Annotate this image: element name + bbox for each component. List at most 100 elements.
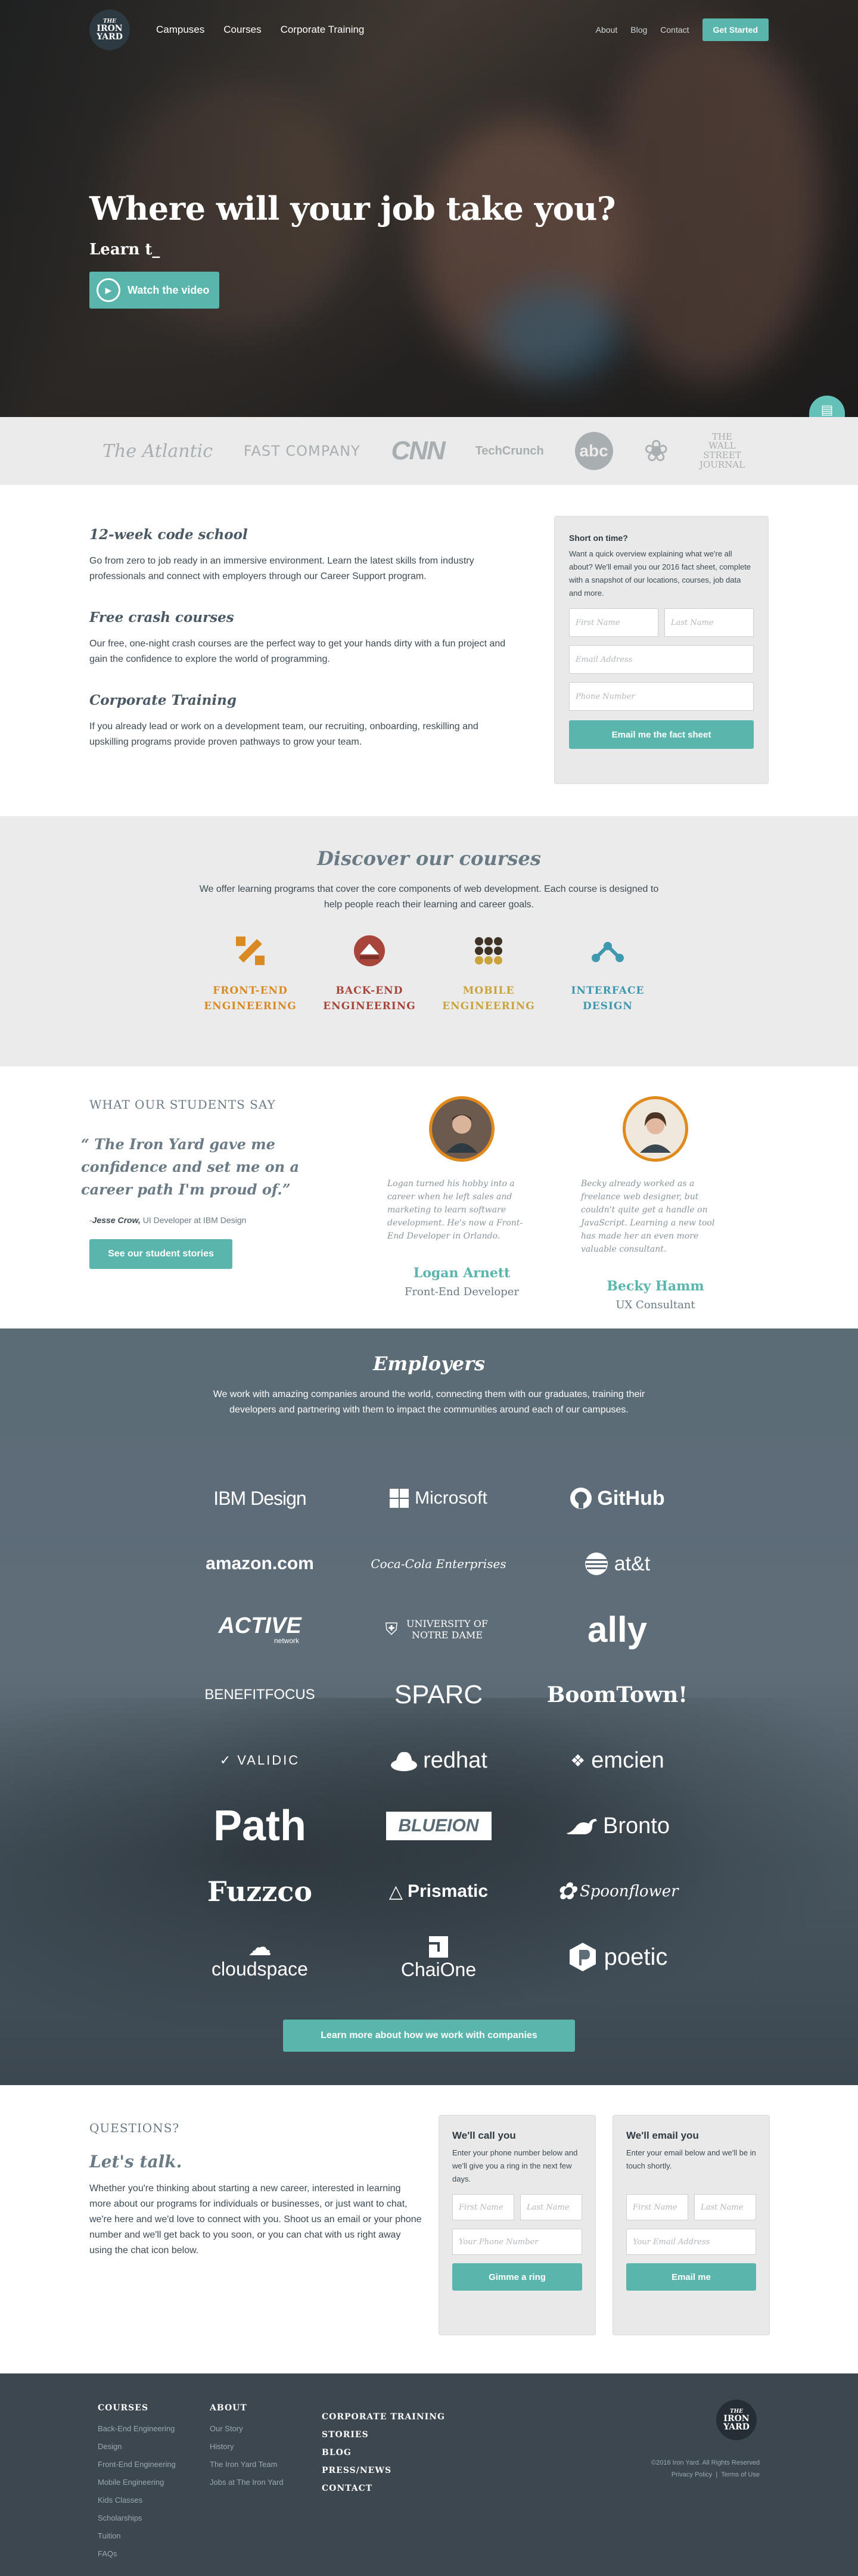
student-profile: Logan turned his hobby into a career whe… — [387, 1096, 536, 1298]
employers-section: Employers We work with amazing companies… — [0, 1329, 858, 2085]
employer-logo-chaione: ChaiOne — [349, 1924, 528, 1990]
nav-blog[interactable]: Blog — [630, 25, 647, 35]
nav-campuses[interactable]: Campuses — [156, 24, 204, 36]
footer-link[interactable]: Our Story — [210, 2420, 284, 2438]
email-field[interactable]: Your Email Address — [626, 2229, 756, 2255]
footer-link[interactable]: Design — [98, 2438, 176, 2456]
email-me-button[interactable]: Email me — [626, 2263, 756, 2291]
footer-link[interactable]: Scholarships — [98, 2509, 176, 2527]
press-nbc-peacock-icon: ❀ — [644, 434, 669, 468]
nav-corporate-training[interactable]: Corporate Training — [281, 24, 365, 36]
student-name: Becky Hamm — [607, 1278, 704, 1294]
press-techcrunch: TechCrunch — [475, 444, 544, 458]
course-back-end[interactable]: BACK-END ENGINEERING — [323, 932, 416, 1014]
name-row: First Name Last Name — [452, 2186, 582, 2220]
footer-link-contact[interactable]: CONTACT — [322, 2479, 445, 2497]
course-label: BACK-END ENGINEERING — [323, 983, 416, 1014]
footer-link-blog[interactable]: BLOG — [322, 2444, 445, 2462]
footer-link[interactable]: Back-End Engineering — [98, 2420, 176, 2438]
employer-logo-text: ACTIVE — [218, 1613, 301, 1638]
footer-link-stories[interactable]: STORIES — [322, 2426, 445, 2444]
nav-about[interactable]: About — [596, 25, 618, 35]
footer-link[interactable]: FAQs — [98, 2545, 176, 2563]
employer-logo-benefitfocus: BENEFITFOCUS — [204, 1687, 315, 1703]
footer-column-heading: ABOUT — [210, 2403, 247, 2413]
testimonial-quote: “ The Iron Yard gave me confidence and s… — [81, 1135, 299, 1198]
notre-dame-shield-icon: ⛨ — [385, 1619, 398, 1639]
email-form-heading: We'll email you — [626, 2130, 699, 2141]
iron-yard-logo[interactable]: THE IRON YARD — [89, 10, 130, 50]
footer-link[interactable]: Kids Classes — [98, 2491, 176, 2509]
last-name-field[interactable]: Last Name — [520, 2194, 582, 2220]
terms-of-use-link[interactable]: Terms of Use — [721, 2471, 760, 2478]
program-title: Corporate Training — [89, 692, 237, 708]
email-form-text: Enter your email below and we'll be in t… — [626, 2148, 756, 2170]
privacy-policy-link[interactable]: Privacy Policy — [672, 2471, 712, 2478]
employer-logo-text: at&t — [614, 1552, 651, 1575]
footer-link[interactable]: Mobile Engineering — [98, 2474, 176, 2491]
questions-title: Let's talk. — [89, 2152, 182, 2171]
first-name-field[interactable]: First Name — [452, 2194, 514, 2220]
footer-link[interactable]: The Iron Yard Team — [210, 2456, 284, 2474]
program-text: If you already lead or work on a develop… — [89, 721, 478, 747]
watch-video-button[interactable]: ▶ Watch the video — [89, 272, 219, 309]
employer-logo-att: at&t — [528, 1531, 707, 1597]
employer-logo-text: Bronto — [603, 1813, 670, 1838]
footer-link[interactable]: History — [210, 2438, 284, 2456]
employer-logo-ally: ally — [587, 1609, 648, 1650]
footer-link[interactable]: Jobs at The Iron Yard — [210, 2474, 284, 2491]
email-fact-sheet-button[interactable]: Email me the fact sheet — [569, 720, 754, 749]
first-name-field[interactable]: First Name — [626, 2194, 688, 2220]
press-abc: abc — [574, 432, 613, 470]
testimonial-cite: -Jesse Crow, UI Developer at IBM Design — [89, 1215, 304, 1225]
course-label-line: ENGINEERING — [323, 1000, 416, 1012]
gimme-a-ring-button[interactable]: Gimme a ring — [452, 2263, 582, 2291]
press-logos: The Atlantic FAST COMPANY CNN TechCrunch… — [0, 417, 858, 485]
student-profile: Becky already worked as a freelance web … — [581, 1096, 730, 1311]
courses-title: Discover our courses — [317, 847, 541, 870]
course-mobile[interactable]: MOBILE ENGINEERING — [442, 932, 535, 1014]
first-name-field[interactable]: First Name — [569, 608, 658, 637]
footer-link[interactable]: Front-End Engineering — [98, 2456, 176, 2474]
hero-typed-text: Learn t_ — [89, 241, 160, 259]
course-label: MOBILE ENGINEERING — [442, 983, 535, 1014]
phone-field[interactable]: Your Phone Number — [452, 2229, 582, 2255]
footer-iron-yard-logo[interactable]: THE IRON YARD — [716, 2400, 757, 2440]
top-nav: THE IRON YARD Campuses Courses Corporate… — [0, 0, 858, 60]
phone-field[interactable]: Phone Number — [569, 682, 754, 711]
email-field[interactable]: Email Address — [569, 645, 754, 674]
employer-logo-text: Microsoft — [415, 1488, 487, 1508]
programs-section: 12-week code school Go from zero to job … — [0, 485, 858, 816]
student-stories-button[interactable]: See our student stories — [89, 1239, 232, 1269]
student-name: Logan Arnett — [413, 1265, 511, 1281]
course-front-end[interactable]: FRONT-END ENGINEERING — [204, 932, 296, 1014]
employers-title: Employers — [373, 1352, 485, 1375]
nav-courses[interactable]: Courses — [223, 24, 261, 36]
email-me-form: We'll email you Enter your email below a… — [613, 2115, 770, 2335]
footer-link-press-news[interactable]: PRESS/NEWS — [322, 2462, 445, 2479]
testimonial-quote-block: WHAT OUR STUDENTS SAY “ The Iron Yard ga… — [81, 1097, 304, 1269]
avatar — [429, 1096, 495, 1162]
get-started-button[interactable]: Get Started — [702, 18, 769, 41]
course-interface-design[interactable]: INTERFACE DESIGN — [564, 932, 652, 1014]
footer-link-corporate-training[interactable]: CORPORATE TRAINING — [322, 2408, 445, 2426]
employer-logo-poetic: poetic — [528, 1924, 707, 1990]
testimonials-kicker: WHAT OUR STUDENTS SAY — [89, 1097, 276, 1112]
footer-bold-links: CORPORATE TRAINING STORIES BLOG PRESS/NE… — [322, 2408, 445, 2497]
press-wall-street-journal: THE WALL STREET JOURNAL — [699, 431, 745, 470]
fact-sheet-text: Want a quick overview explaining what we… — [569, 549, 751, 598]
last-name-field[interactable]: Last Name — [664, 608, 754, 637]
employer-logo-text: Spoonflower — [579, 1883, 679, 1900]
employer-logo-cloudspace: ☁ cloudspace — [170, 1924, 349, 1990]
call-form-heading: We'll call you — [452, 2130, 516, 2141]
work-with-companies-button[interactable]: Learn more about how we work with compan… — [283, 2020, 575, 2052]
employer-logo-text: ChaiOne — [400, 1959, 477, 1981]
logo-iron: IRON — [97, 23, 123, 33]
courses-lead: We offer learning programs that cover th… — [199, 884, 659, 910]
cite-name: Jesse Crow, — [92, 1215, 141, 1225]
last-name-field[interactable]: Last Name — [694, 2194, 756, 2220]
nav-contact[interactable]: Contact — [660, 25, 689, 35]
footer-link[interactable]: Tuition — [98, 2527, 176, 2545]
program-title: Free crash courses — [89, 609, 234, 626]
emcien-diamond-icon: ❖ — [570, 1751, 586, 1770]
